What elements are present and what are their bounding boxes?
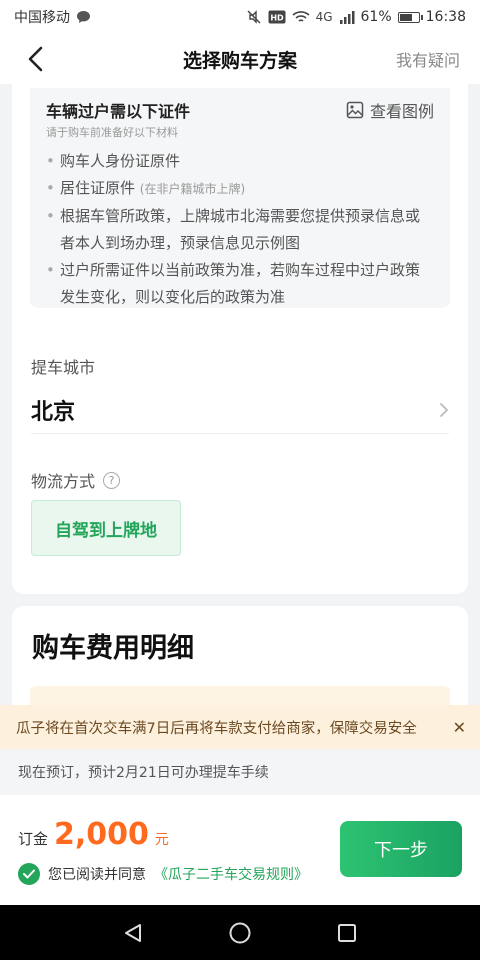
close-icon[interactable]: ✕ xyxy=(453,718,466,737)
deposit-unit: 元 xyxy=(154,832,169,848)
deposit-amount: 2,000 xyxy=(54,817,149,852)
svg-text:HD: HD xyxy=(270,14,284,23)
documents-subtitle: 请于购车前准备好以下材料 xyxy=(46,126,178,139)
status-right: HD 4G 61% 16:38 xyxy=(246,9,466,25)
document-text: 购车人身份证原件 xyxy=(60,152,181,170)
chevron-left-icon xyxy=(28,46,43,72)
pickup-city-value: 北京 xyxy=(31,399,76,425)
system-nav-bar xyxy=(0,905,480,960)
pickup-city-label: 提车城市 xyxy=(31,358,96,377)
triangle-back-icon xyxy=(125,923,142,942)
square-recents-icon xyxy=(337,923,356,942)
nav-bar: 选择购车方案 我有疑问 xyxy=(0,34,480,84)
fee-details-title: 购车费用明细 xyxy=(32,633,194,664)
system-recents-button[interactable] xyxy=(329,915,365,951)
checkmark-icon xyxy=(23,869,35,879)
back-button[interactable] xyxy=(18,42,52,76)
document-text: 根据车管所政策，上牌城市北海需要您提供预录信息或者本人到场办理，预录信息见示例图 xyxy=(60,207,421,252)
view-example-label: 查看图例 xyxy=(369,102,434,121)
logistics-option-self-drive[interactable]: 自驾到上牌地 xyxy=(31,500,181,556)
view-example-button[interactable]: 查看图例 xyxy=(346,98,434,122)
status-left: 中国移动 xyxy=(14,7,91,27)
document-text: 居住证原件 xyxy=(60,179,136,197)
battery-percent: 61% xyxy=(360,9,392,25)
circle-home-icon xyxy=(229,922,251,943)
documents-list: 购车人身份证原件 居住证原件 (在非户籍城市上牌) 根据车管所政策，上牌城市北海… xyxy=(46,148,434,311)
signal-icon xyxy=(339,11,355,24)
carrier-name: 中国移动 xyxy=(14,10,70,26)
status-bar: 中国移动 HD 4G 61% 16:38 xyxy=(0,0,480,34)
mute-icon xyxy=(247,10,261,24)
system-home-button[interactable] xyxy=(222,915,258,951)
required-documents-box: 车辆过户需以下证件 请于购车前准备好以下材料 查看图例 购车人身份证原件 居住证… xyxy=(30,88,450,308)
page-title: 选择购车方案 xyxy=(182,49,297,72)
agreement-text: 您已阅读并同意 xyxy=(48,867,146,883)
list-item: 根据车管所政策，上牌城市北海需要您提供预录信息或者本人到场办理，预录信息见示例图 xyxy=(46,203,434,257)
network-type: 4G xyxy=(315,10,333,24)
list-item: 过户所需证件以当前政策为准，若购车过程中过户政策发生变化，则以变化后的政策为准 xyxy=(46,257,434,311)
document-text: 过户所需证件以当前政策为准，若购车过程中过户政策发生变化，则以变化后的政策为准 xyxy=(60,261,421,306)
agreement-checkbox[interactable] xyxy=(18,863,40,885)
question-icon[interactable]: ? xyxy=(103,471,121,489)
clock: 16:38 xyxy=(425,9,466,25)
logistics-label-row: 物流方式 ? xyxy=(31,468,121,492)
list-item: 购车人身份证原件 xyxy=(46,148,434,175)
logistics-label: 物流方式 xyxy=(31,472,96,491)
banner-text: 瓜子将在首次交车满7日后再将车款支付给商家，保障交易安全 xyxy=(16,720,417,737)
hd-icon: HD xyxy=(268,10,286,24)
battery-icon xyxy=(397,11,423,23)
document-note: (在非户籍城市上牌) xyxy=(139,182,246,196)
next-step-button[interactable]: 下一步 xyxy=(340,821,462,877)
deposit-label: 订金 xyxy=(18,830,49,848)
system-back-button[interactable] xyxy=(115,915,151,951)
reservation-notice: 现在预订，预计2月21日可办理提车手续 xyxy=(0,749,480,795)
agreement-row: 您已阅读并同意 《瓜子二手车交易规则》 xyxy=(18,863,308,885)
deposit-summary: 订金 2,000 元 xyxy=(18,817,169,852)
image-icon xyxy=(346,101,364,119)
list-item: 居住证原件 (在非户籍城市上牌) xyxy=(46,175,434,203)
bottom-action-bar: 订金 2,000 元 您已阅读并同意 《瓜子二手车交易规则》 下一步 xyxy=(0,795,480,905)
chevron-right-icon xyxy=(440,402,449,417)
safety-banner: 瓜子将在首次交车满7日后再将车款支付给商家，保障交易安全 ✕ xyxy=(0,705,480,749)
purchase-plan-card: 车辆过户需以下证件 请于购车前准备好以下材料 查看图例 购车人身份证原件 居住证… xyxy=(12,84,468,594)
trading-rules-link[interactable]: 《瓜子二手车交易规则》 xyxy=(154,864,308,884)
chat-bubble-icon xyxy=(77,11,90,23)
help-link[interactable]: 我有疑问 xyxy=(396,47,460,71)
wifi-icon xyxy=(292,11,310,22)
pickup-city-selector[interactable]: 北京 xyxy=(31,386,449,434)
